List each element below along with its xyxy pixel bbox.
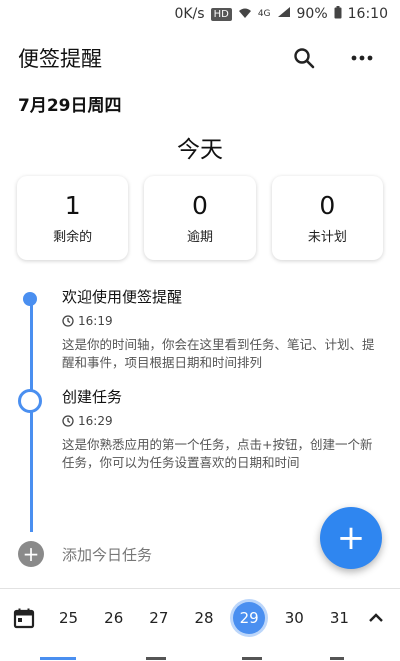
stat-label: 逾期 bbox=[186, 230, 213, 245]
timeline-item[interactable]: 欢迎使用便签提醒 16:19 这是你的时间轴，你会在这里看到任务、笔记、计划、提… bbox=[23, 286, 382, 372]
nav-indicator bbox=[40, 657, 76, 660]
search-icon bbox=[294, 48, 315, 69]
add-today-label: 添加今日任务 bbox=[62, 545, 153, 564]
add-today-task[interactable]: + 添加今日任务 bbox=[18, 541, 152, 567]
timeline-item-desc: 这是你的时间轴，你会在这里看到任务、笔记、计划、提醒和事件，项目根据日期和时间排… bbox=[62, 337, 375, 370]
timeline-item-time: 16:19 bbox=[62, 312, 382, 330]
nav-icon-edge bbox=[330, 657, 344, 660]
app-bar: 便签提醒 bbox=[0, 28, 400, 88]
stat-value: 1 bbox=[64, 191, 81, 220]
search-button[interactable] bbox=[284, 38, 324, 78]
week-days: 25 26 27 28 29 30 31 bbox=[38, 602, 362, 634]
wifi-icon bbox=[238, 7, 252, 22]
day-30[interactable]: 30 bbox=[278, 602, 310, 634]
more-button[interactable] bbox=[342, 38, 382, 78]
time-text: 16:19 bbox=[78, 314, 113, 328]
chevron-up-icon bbox=[369, 613, 383, 622]
status-bar: 0K/s HD 4G 90% 16:10 bbox=[0, 0, 400, 28]
stat-value: 0 bbox=[192, 191, 208, 220]
timeline-item-time: 16:29 bbox=[62, 412, 382, 430]
hd-badge: HD bbox=[210, 7, 232, 21]
plus-circle-icon: + bbox=[18, 541, 44, 567]
network-type: 4G bbox=[257, 9, 271, 19]
expand-button[interactable] bbox=[362, 604, 390, 632]
stat-label: 未计划 bbox=[307, 230, 347, 245]
stat-label: 剩余的 bbox=[53, 230, 93, 245]
calendar-button[interactable] bbox=[10, 604, 38, 632]
clock: 16:10 bbox=[347, 6, 388, 22]
clock-icon bbox=[62, 315, 74, 327]
stat-card-overdue[interactable]: 0 逾期 bbox=[144, 176, 256, 260]
more-icon bbox=[351, 55, 373, 61]
day-26[interactable]: 26 bbox=[98, 602, 130, 634]
week-bar: 25 26 27 28 29 30 31 bbox=[0, 596, 400, 640]
stat-card-remaining[interactable]: 1 剩余的 bbox=[17, 176, 129, 260]
app-title: 便签提醒 bbox=[18, 47, 102, 71]
timeline-item-title: 创建任务 bbox=[62, 388, 123, 406]
day-27[interactable]: 27 bbox=[143, 602, 175, 634]
timeline-checkbox[interactable] bbox=[18, 389, 42, 413]
day-31[interactable]: 31 bbox=[323, 602, 355, 634]
day-25[interactable]: 25 bbox=[53, 602, 85, 634]
signal-icon bbox=[277, 6, 291, 22]
stats-row: 1 剩余的 0 逾期 0 未计划 bbox=[0, 176, 400, 260]
stat-value: 0 bbox=[319, 191, 336, 220]
timeline: 欢迎使用便签提醒 16:19 这是你的时间轴，你会在这里看到任务、笔记、计划、提… bbox=[0, 286, 400, 532]
day-29-selected[interactable]: 29 bbox=[233, 602, 266, 634]
timeline-line bbox=[30, 300, 33, 532]
add-fab-button[interactable]: + bbox=[320, 507, 382, 569]
nav-icon-edge bbox=[242, 657, 262, 660]
time-text: 16:29 bbox=[78, 414, 113, 428]
calendar-icon bbox=[13, 608, 35, 629]
today-label: 今天 bbox=[177, 137, 223, 163]
timeline-item[interactable]: 创建任务 16:29 这是你熟悉应用的第一个任务，点击+按钮，创建一个新任务，你… bbox=[18, 386, 382, 472]
network-speed: 0K/s bbox=[174, 6, 205, 22]
day-28[interactable]: 28 bbox=[188, 602, 220, 634]
timeline-dot bbox=[23, 292, 37, 306]
timeline-item-desc: 这是你熟悉应用的第一个任务，点击+按钮，创建一个新任务，你可以为任务设置喜欢的日… bbox=[62, 437, 373, 470]
stat-card-unplanned[interactable]: 0 未计划 bbox=[271, 176, 383, 260]
battery-icon bbox=[334, 5, 342, 23]
nav-icon-edge bbox=[146, 657, 166, 660]
battery-level: 90% bbox=[296, 6, 328, 22]
divider bbox=[0, 588, 400, 589]
bottom-nav-peek bbox=[0, 652, 400, 661]
timeline-item-title: 欢迎使用便签提醒 bbox=[62, 288, 183, 306]
clock-icon bbox=[62, 415, 74, 427]
date-header: 7月29日周四 bbox=[18, 96, 122, 116]
